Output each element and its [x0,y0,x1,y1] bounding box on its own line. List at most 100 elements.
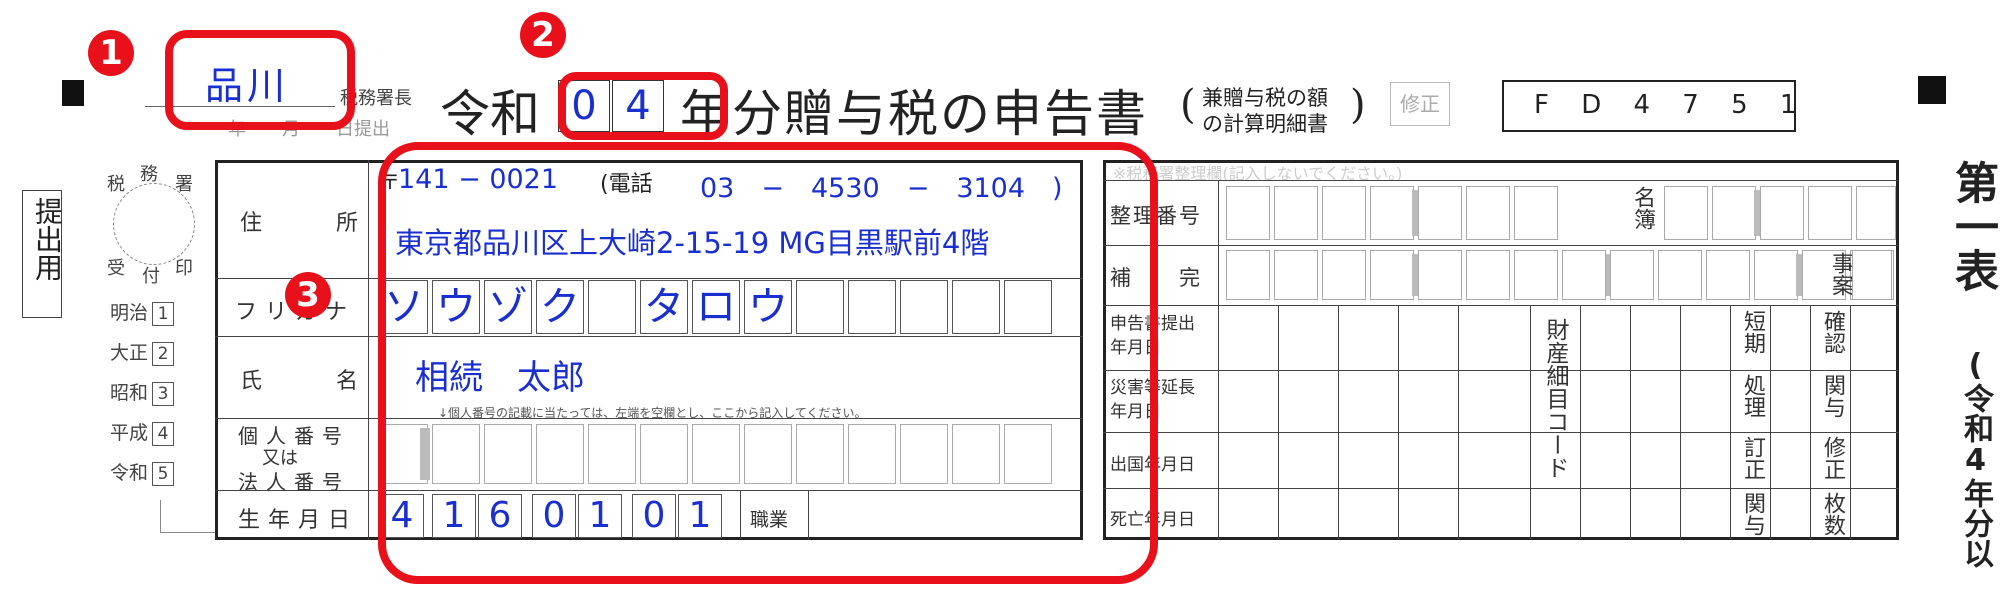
era-item: 明治 1 [110,298,175,326]
date-col-div-1 [1278,305,1279,540]
stamp-label-3: 受 [107,258,125,279]
annotation-marker-2: 2 [520,12,566,58]
hokan-box [1754,250,1798,300]
submit-copy-box: 提出用 [22,190,64,318]
birthdate-label: 生年月日 [238,508,359,533]
hokan-box [1370,250,1414,300]
hokan-box [1658,250,1702,300]
annotation-box-year [558,72,728,140]
era-item: 令和 5 [110,458,175,486]
era-name: 令和 [110,462,149,484]
form-title: 年分贈与税の申告書 [680,85,1148,143]
date-col-div-3 [1398,305,1399,540]
era-label: 令和 [440,85,540,143]
era-num: 5 [152,462,175,486]
year-note: (令和4年分以 [1958,348,1993,568]
era-item: 平成 4 [110,418,175,446]
corner-mark-right [1918,76,1946,104]
seiri-box [1370,186,1414,240]
title-paren-line2: の計算明細書 [1202,112,1328,136]
hokan-box [1274,250,1318,300]
annotation-marker-1: 1 [88,30,134,76]
annotation-box-taxpayer-info [378,142,1158,584]
stamp-label-5: 印 [175,258,193,279]
meibo-box [1760,186,1804,240]
label-column-divider [368,160,369,540]
correction-stamp: 修正 [1390,82,1450,126]
office-row-5 [1103,432,1899,433]
hokan-box [1514,250,1558,300]
era-num: 1 [152,302,175,326]
meibo-label: 名簿 [1630,186,1655,230]
date-col-div-4 [1458,305,1459,540]
date-col-div-2 [1338,305,1339,540]
office-row-3 [1103,305,1899,306]
id-label-line3: 法人番号 [238,470,350,494]
name-label: 氏 名 [240,369,361,394]
era-item: 大正 2 [110,338,175,366]
zaisan-col-1 [1630,305,1631,540]
era-item: 昭和 3 [110,378,175,406]
flag-col-1 [1770,305,1771,540]
annotation-box-tax-office [165,30,355,130]
kakunin-label: 確認 [1820,310,1845,354]
form-code-box: F D 4 7 5 1 [1502,80,1796,132]
date-col-div-5 [1530,305,1531,540]
office-row-6 [1103,488,1899,489]
meibo-box [1664,186,1708,240]
seiri-box [1322,186,1366,240]
annotation-marker-3: 3 [285,272,331,318]
hokan-box [1562,250,1606,300]
office-row-2 [1103,245,1899,246]
flag-col-2 [1810,305,1811,540]
seiri-box [1466,186,1510,240]
era-num: 4 [152,422,175,446]
office-row-1 [1103,180,1899,181]
title-paren-close: ) [1350,82,1366,128]
office-label-divider [1218,180,1219,540]
tanki-label: 短期 [1740,310,1765,354]
era-bracket [160,500,217,533]
era-name: 明治 [110,302,149,324]
jian-box [1852,250,1892,300]
era-num: 2 [152,342,175,366]
shori-label: 処理 [1740,374,1765,418]
hokan-box [1706,250,1750,300]
zaisan-col-2 [1680,305,1681,540]
office-row-4 [1103,370,1899,371]
kanyo-label: 関与 [1740,492,1765,536]
hokan-box [1418,250,1462,300]
hokan-box [1226,250,1270,300]
flag-col-3 [1850,305,1851,540]
address-label: 住 所 [240,211,361,236]
meibo-box [1808,186,1852,240]
hokan-box [1466,250,1510,300]
submit-copy-label: 提出用 [31,197,64,281]
era-name: 昭和 [110,382,149,404]
zaisan-divider [1580,305,1581,540]
stamp-label-2: 署 [175,174,193,195]
seiri-box [1226,186,1270,240]
meibo-box [1856,186,1896,240]
meibo-box [1712,186,1756,240]
table-number: 第一表 [1947,160,1998,292]
era-name: 大正 [110,342,149,364]
era-name: 平成 [110,422,149,444]
maisu-label: 枚数 [1820,492,1845,536]
hokan-box [1322,250,1366,300]
teisei-label: 訂正 [1740,436,1765,480]
seiri-box [1514,186,1558,240]
seiri-box [1274,186,1318,240]
stamp-label-0: 税 [107,174,125,195]
corner-mark-left [62,80,84,106]
stamp-label-4: 付 [142,266,160,287]
form-code: F D 4 7 5 1 [1534,90,1809,120]
kanyo2-label: 関与 [1820,374,1845,418]
zaisan-col-3 [1730,305,1731,540]
hokan-box [1610,250,1654,300]
shusei-label: 修正 [1820,436,1845,480]
stamp-label-1: 務 [140,164,158,185]
title-paren-open: ( [1180,82,1196,128]
zaisan-code-label: 財産細目コード [1542,318,1568,479]
seiri-box [1418,186,1462,240]
